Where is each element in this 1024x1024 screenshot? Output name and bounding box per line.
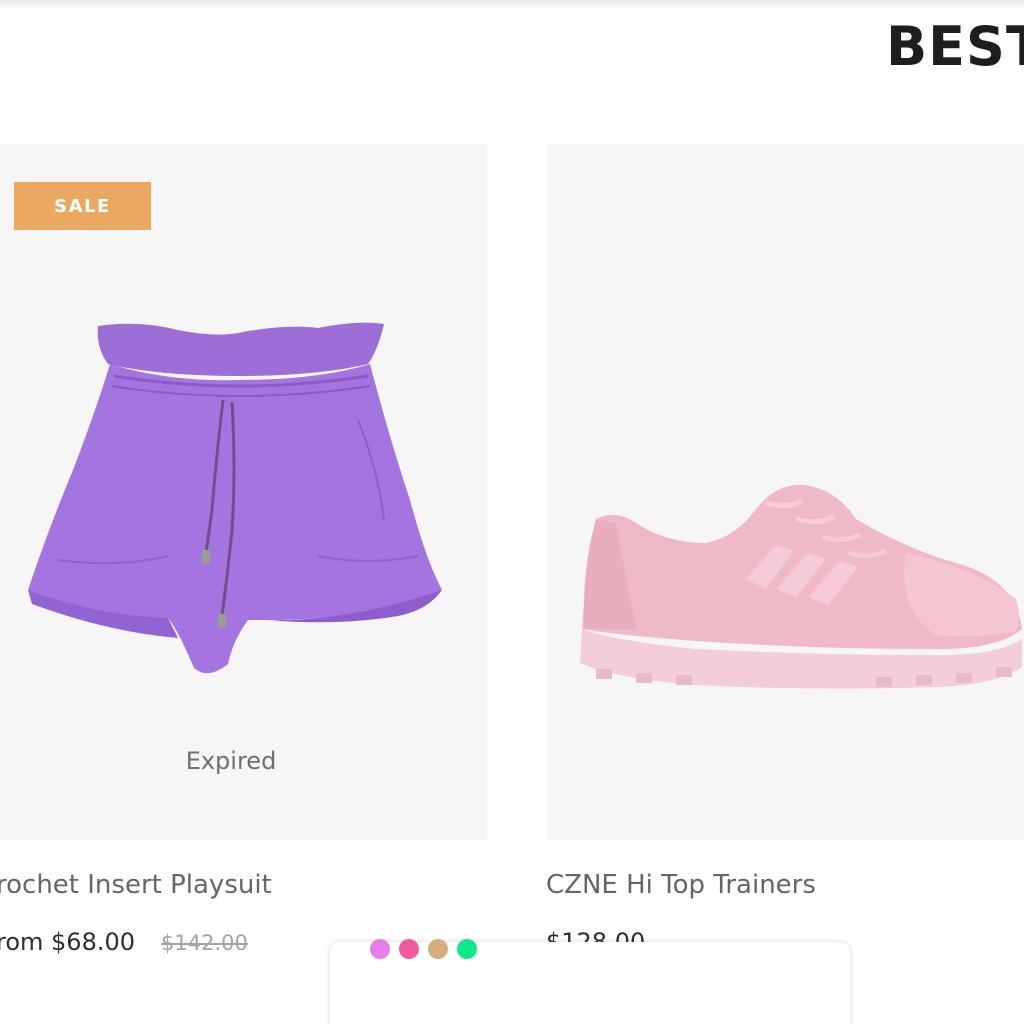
shorts-waistband — [97, 322, 384, 376]
sale-badge: SALE — [14, 182, 151, 230]
compare-at-price: $142.00 — [161, 931, 248, 955]
price-row: rom $68.00 $142.00 — [0, 928, 248, 956]
swatch-green[interactable] — [457, 939, 477, 959]
page: BEST SALE Expired — [0, 0, 1024, 1024]
color-swatches — [370, 939, 477, 959]
product-title-link[interactable]: CZNE Hi Top Trainers — [546, 870, 816, 900]
product-title-link[interactable]: rochet Insert Playsuit — [0, 870, 272, 900]
header-shadow — [0, 0, 1024, 10]
swatch-violet[interactable] — [370, 939, 390, 959]
swatch-pink[interactable] — [399, 939, 419, 959]
sale-price: rom $68.00 — [0, 928, 136, 956]
swatch-tan[interactable] — [428, 939, 448, 959]
product-card-image[interactable]: SALE Expired — [0, 144, 487, 840]
shorts-body — [28, 364, 442, 674]
product-image[interactable] — [18, 320, 450, 692]
section-title: BEST — [886, 15, 1024, 78]
expired-label: Expired — [185, 747, 277, 775]
product-image[interactable] — [576, 479, 1024, 709]
product-card-image[interactable] — [546, 144, 1024, 840]
